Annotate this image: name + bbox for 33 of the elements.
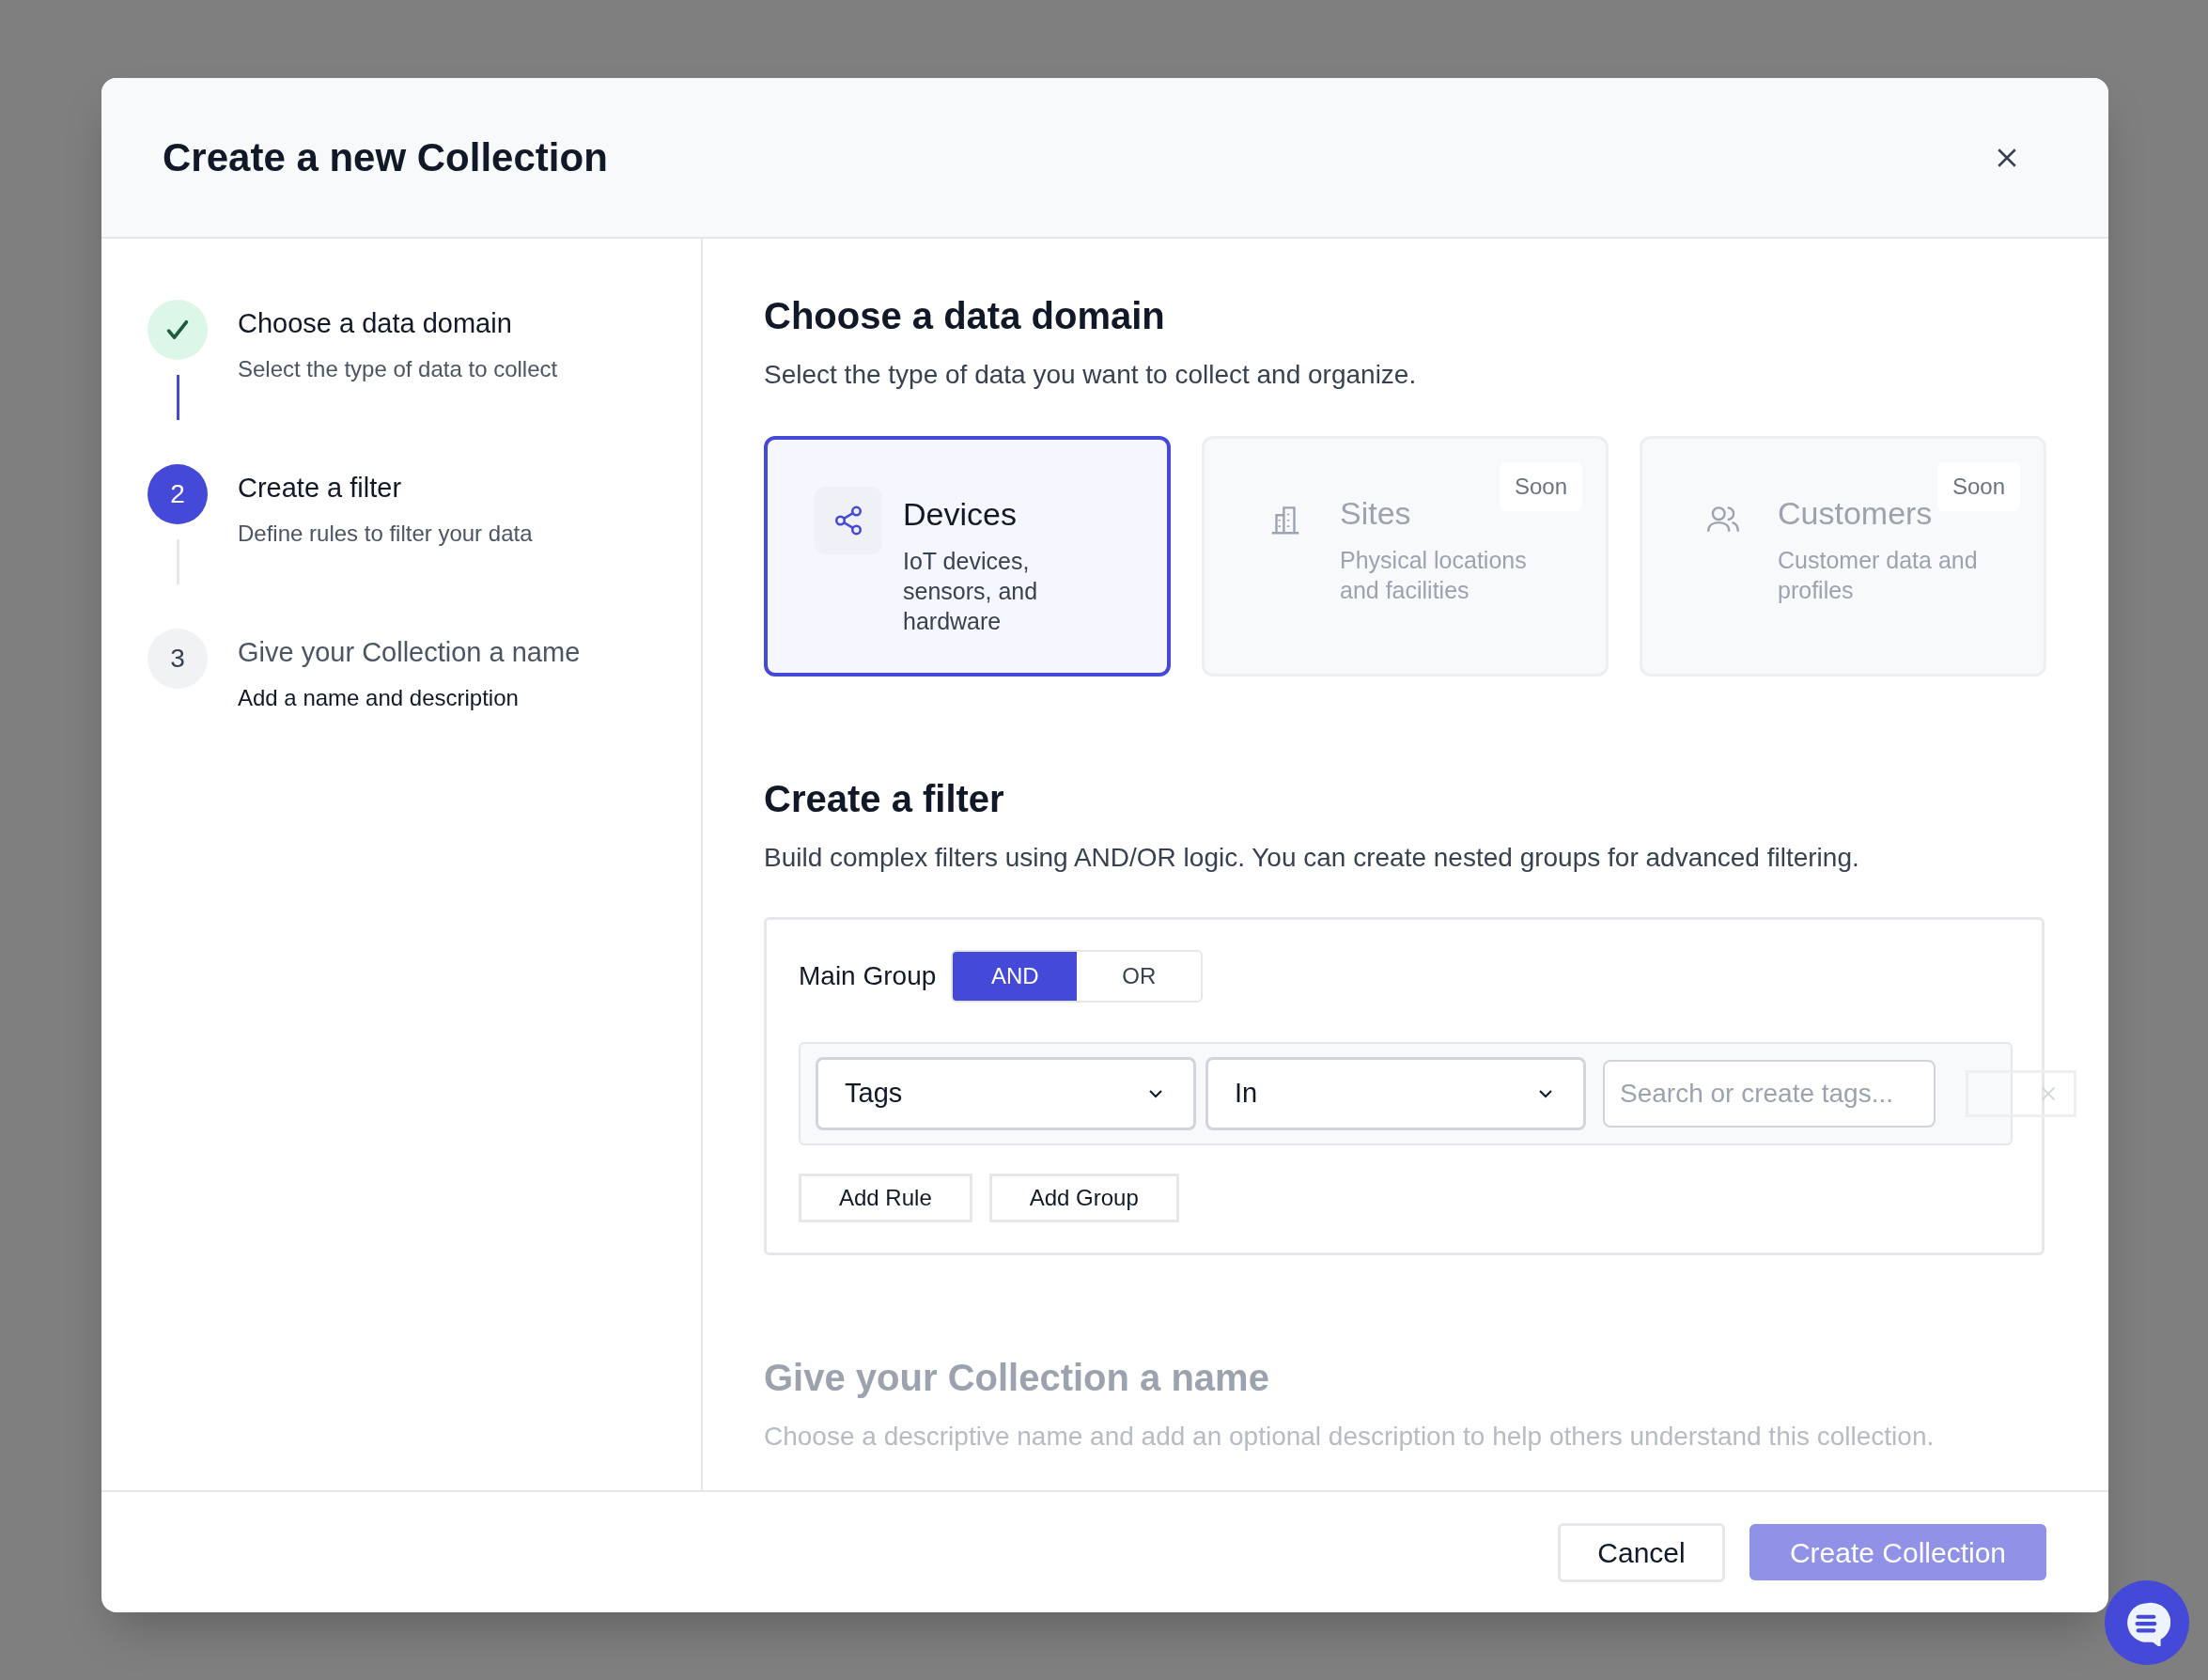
modal-title: Create a new Collection <box>163 134 608 181</box>
add-button[interactable]: Add Group <box>988 1174 1179 1222</box>
tags-search-field[interactable]: Search or create tags... <box>1603 1060 1936 1128</box>
section-heading: Choose a data domain <box>764 294 1166 338</box>
section-subtitle: Build complex filters using AND/OR logic. You can create nested groups for advanced filtering. <box>764 842 1860 874</box>
step-title: Give your Collection a name <box>238 636 581 669</box>
logic-toggle[interactable]: AND <box>953 952 1078 1001</box>
operator-select[interactable]: In <box>1205 1057 1586 1130</box>
soon-badge: Soon <box>1499 462 1582 511</box>
step-description: Select the type of data to collect <box>238 354 558 383</box>
add-button[interactable]: Add Rule <box>799 1174 972 1222</box>
step-number: 2 <box>148 464 208 524</box>
section-subtitle: Choose a descriptive name and add an optional description to help others understand this collection. <box>764 1421 1936 1453</box>
card-description: Customer data and profiles <box>1778 546 1979 605</box>
cancel-button[interactable]: Cancel <box>1558 1522 1725 1582</box>
step-number: 3 <box>148 629 208 689</box>
card-title: Sites <box>1340 494 1412 533</box>
section-heading: Create a filter <box>764 777 1005 821</box>
step-title: Choose a data domain <box>238 307 513 340</box>
share-icon <box>815 487 882 554</box>
domain-card[interactable]: Devices IoT devices, sensors, and hardware <box>764 436 1171 677</box>
card-description: Physical locations and facilities <box>1340 546 1528 605</box>
field-select[interactable]: Tags <box>816 1057 1196 1130</box>
card-description: IoT devices, sensors, and hardware <box>903 547 1039 636</box>
step-description: Add a name and description <box>238 683 520 712</box>
section-subtitle: Select the type of data you want to collect and organize. <box>764 359 1418 391</box>
group-label: Main Group <box>799 960 937 992</box>
soon-badge: Soon <box>1936 462 2020 511</box>
step-title: Create a filter <box>238 472 403 505</box>
card-title: Devices <box>903 495 1018 534</box>
section-heading: Give your Collection a name <box>764 1356 1270 1400</box>
step-description: Define rules to filter your data <box>238 519 533 548</box>
card-title: Customers <box>1778 494 1934 533</box>
